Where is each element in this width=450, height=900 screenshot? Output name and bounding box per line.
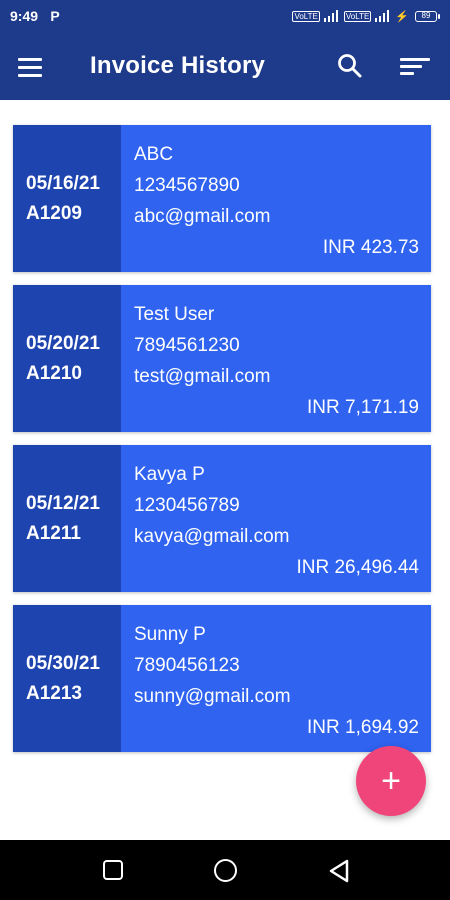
customer-name: Sunny P (134, 624, 206, 645)
invoice-code: A1209 (26, 202, 82, 224)
customer-name: ABC (134, 144, 174, 165)
invoice-code: A1210 (26, 362, 82, 384)
customer-name: Kavya P (134, 464, 205, 485)
back-icon[interactable] (328, 859, 350, 883)
invoice-amount: INR 26,496.44 (296, 557, 419, 578)
invoice-amount: INR 423.73 (322, 237, 419, 258)
menu-icon[interactable] (18, 52, 52, 82)
invoice-card-details: Test User 7894561230 test@gmail.com INR … (121, 285, 431, 432)
customer-email: sunny@gmail.com (134, 686, 291, 707)
customer-email: abc@gmail.com (134, 206, 271, 227)
invoice-history-screen: 9:49 P VoLTE VoLTE ⚡ 89 Invoice History (0, 0, 450, 900)
invoice-card[interactable]: 05/30/21 A1213 Sunny P 7890456123 sunny@… (13, 605, 431, 752)
invoice-date: 05/30/21 (26, 652, 100, 674)
sim2-label: VoLTE (343, 11, 372, 22)
app-bar: Invoice History (0, 32, 450, 100)
status-bar: 9:49 P VoLTE VoLTE ⚡ 89 (0, 0, 450, 32)
invoice-code: A1211 (26, 522, 81, 544)
customer-email: kavya@gmail.com (134, 526, 290, 547)
invoice-card[interactable]: 05/20/21 A1210 Test User 7894561230 test… (13, 285, 431, 432)
invoice-card[interactable]: 05/16/21 A1209 ABC 1234567890 abc@gmail.… (13, 125, 431, 272)
customer-email: test@gmail.com (134, 366, 271, 387)
invoice-date: 05/16/21 (26, 172, 100, 194)
invoice-date: 05/12/21 (26, 492, 100, 514)
system-nav-bar (0, 840, 450, 900)
invoice-card-left: 05/30/21 A1213 (13, 605, 121, 752)
invoice-date: 05/20/21 (26, 332, 100, 354)
invoice-code: A1213 (26, 682, 82, 704)
invoice-card-details: Kavya P 1230456789 kavya@gmail.com INR 2… (121, 445, 431, 592)
battery-icon: 89 (415, 10, 440, 22)
invoice-amount: INR 1,694.92 (307, 717, 419, 738)
sim2-signal-icon: VoLTE (343, 10, 390, 22)
add-icon: + (381, 762, 401, 800)
battery-level: 89 (415, 10, 437, 22)
invoice-card-left: 05/12/21 A1211 (13, 445, 121, 592)
invoice-card-left: 05/20/21 A1210 (13, 285, 121, 432)
customer-phone: 1234567890 (134, 175, 240, 196)
sim1-signal-icon: VoLTE (292, 10, 338, 22)
add-invoice-button[interactable]: + (356, 746, 426, 816)
sim1-label: VoLTE (292, 11, 320, 22)
status-time: 9:49 (10, 8, 39, 24)
page-title: Invoice History (90, 52, 266, 79)
invoice-list: 05/16/21 A1209 ABC 1234567890 abc@gmail.… (13, 125, 431, 765)
search-icon[interactable] (334, 50, 366, 82)
sort-icon[interactable] (398, 52, 432, 82)
customer-phone: 7890456123 (134, 655, 240, 676)
customer-phone: 1230456789 (134, 495, 240, 516)
customer-phone: 7894561230 (134, 335, 240, 356)
customer-name: Test User (134, 304, 215, 325)
home-icon[interactable] (214, 859, 237, 882)
status-icons: VoLTE VoLTE ⚡ 89 (292, 10, 440, 23)
charging-icon: ⚡ (395, 10, 409, 23)
invoice-card-details: Sunny P 7890456123 sunny@gmail.com INR 1… (121, 605, 431, 752)
recent-apps-icon[interactable] (103, 860, 123, 880)
invoice-card-details: ABC 1234567890 abc@gmail.com INR 423.73 (121, 125, 431, 272)
invoice-card-left: 05/16/21 A1209 (13, 125, 121, 272)
invoice-card[interactable]: 05/12/21 A1211 Kavya P 1230456789 kavya@… (13, 445, 431, 592)
invoice-amount: INR 7,171.19 (307, 397, 419, 418)
notification-icon: P (50, 8, 60, 24)
